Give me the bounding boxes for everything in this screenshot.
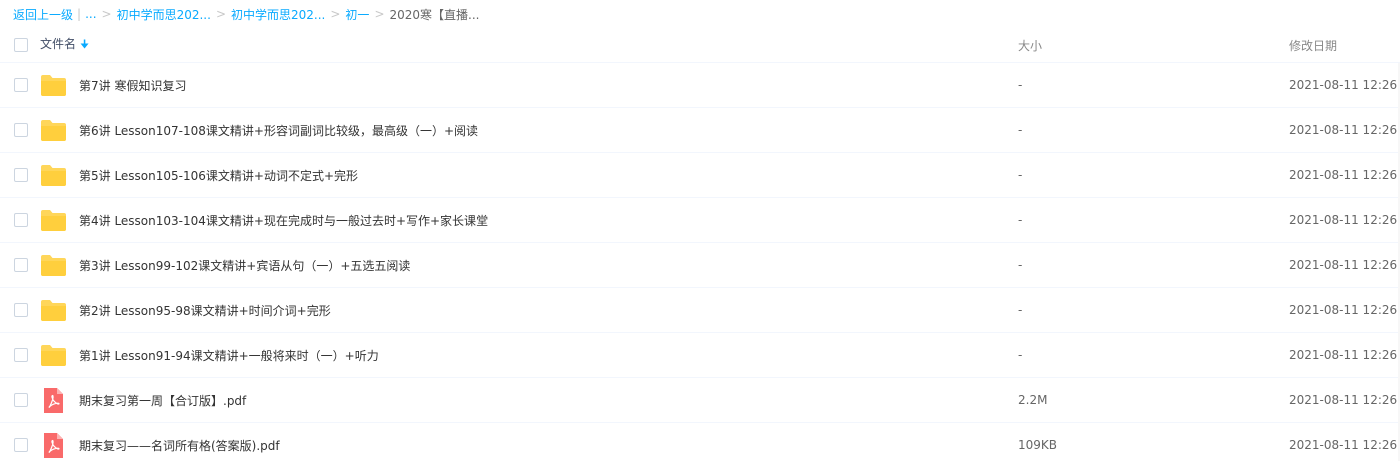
row-checkbox[interactable] — [14, 348, 28, 362]
file-size: - — [1018, 348, 1023, 362]
file-size: - — [1018, 78, 1023, 92]
file-date: 2021-08-11 12:26 — [1289, 213, 1398, 227]
name-column-label: 文件名 — [40, 37, 77, 51]
file-row[interactable]: 第4讲 Lesson103-104课文精讲+现在完成时与一般过去时+写作+家长课… — [0, 198, 1400, 243]
file-date: 2021-08-11 12:26 — [1289, 438, 1398, 452]
back-link[interactable]: 返回上一级 — [13, 6, 73, 23]
file-row[interactable]: 第1讲 Lesson91-94课文精讲+一般将来时（一）+听力 - 2021-08-… — [0, 333, 1400, 378]
breadcrumb: 返回上一级 | ... > 初中学而思202... > 初中学而思202... … — [0, 0, 1400, 28]
file-row[interactable]: 第5讲 Lesson105-106课文精讲+动词不定式+完形 - 2021-08-1… — [0, 153, 1400, 198]
file-size: 2.2M — [1018, 393, 1048, 407]
row-checkbox[interactable] — [14, 258, 28, 272]
file-name[interactable]: 期末复习——名词所有格(答案版).pdf — [79, 437, 280, 454]
file-name[interactable]: 第1讲 Lesson91-94课文精讲+一般将来时（一）+听力 — [79, 347, 379, 364]
date-column-header[interactable]: 修改日期 — [1289, 37, 1337, 54]
file-row[interactable]: 期末复习第一周【合订版】.pdf 2.2M 2021-08-11 12:26 — [0, 378, 1400, 423]
row-checkbox[interactable] — [14, 393, 28, 407]
file-row[interactable]: 第3讲 Lesson99-102课文精讲+宾语从句（一）+五选五阅读 - 2021-… — [0, 243, 1400, 288]
folder-icon[interactable] — [40, 72, 67, 99]
breadcrumb-item-3[interactable]: 初一 — [345, 6, 369, 23]
breadcrumb-separator: > — [215, 7, 226, 21]
file-list-header: 文件名 🠋 大小 修改日期 — [0, 28, 1400, 63]
breadcrumb-separator: > — [330, 7, 341, 21]
file-name[interactable]: 第5讲 Lesson105-106课文精讲+动词不定式+完形 — [79, 167, 358, 184]
file-date: 2021-08-11 12:26 — [1289, 303, 1398, 317]
file-name[interactable]: 期末复习第一周【合订版】.pdf — [79, 392, 246, 409]
file-size: 109KB — [1018, 438, 1058, 452]
file-row[interactable]: 第7讲 寒假知识复习 - 2021-08-11 12:26 — [0, 63, 1400, 108]
file-name[interactable]: 第2讲 Lesson95-98课文精讲+时间介词+完形 — [79, 302, 331, 319]
file-size: - — [1018, 123, 1023, 137]
folder-icon[interactable] — [40, 342, 67, 369]
breadcrumb-ellipsis[interactable]: ... — [85, 7, 96, 21]
pdf-icon[interactable] — [40, 387, 67, 414]
breadcrumb-item-1[interactable]: 初中学而思202... — [117, 6, 211, 23]
select-all-checkbox[interactable] — [14, 38, 28, 52]
breadcrumb-divider: | — [77, 7, 82, 21]
file-name[interactable]: 第7讲 寒假知识复习 — [79, 77, 186, 94]
file-date: 2021-08-11 12:26 — [1289, 258, 1398, 272]
row-checkbox[interactable] — [14, 78, 28, 92]
breadcrumb-item-2[interactable]: 初中学而思202... — [231, 6, 325, 23]
file-list: 第7讲 寒假知识复习 -2021-08-11 12:26 第6讲 Lesson107… — [0, 63, 1400, 461]
file-size: - — [1018, 303, 1023, 317]
folder-icon[interactable] — [40, 207, 67, 234]
row-checkbox[interactable] — [14, 123, 28, 137]
file-name[interactable]: 第6讲 Lesson107-108课文精讲+形容词副词比较级，最高级（一）+阅读 — [79, 122, 478, 139]
size-column-header[interactable]: 大小 — [1018, 37, 1042, 54]
file-size: - — [1018, 258, 1023, 272]
folder-icon[interactable] — [40, 162, 67, 189]
folder-icon[interactable] — [40, 297, 67, 324]
file-date: 2021-08-11 12:26 — [1289, 393, 1398, 407]
row-checkbox[interactable] — [14, 438, 28, 452]
file-date: 2021-08-11 12:26 — [1289, 348, 1398, 362]
row-checkbox[interactable] — [14, 303, 28, 317]
file-size: - — [1018, 213, 1023, 227]
breadcrumb-separator: > — [374, 7, 385, 21]
file-name[interactable]: 第3讲 Lesson99-102课文精讲+宾语从句（一）+五选五阅读 — [79, 257, 410, 274]
pdf-icon[interactable] — [40, 432, 67, 459]
file-row[interactable]: 第6讲 Lesson107-108课文精讲+形容词副词比较级，最高级（一）+阅读… — [0, 108, 1400, 153]
folder-icon[interactable] — [40, 252, 67, 279]
sort-down-icon[interactable]: 🠋 — [80, 38, 89, 51]
file-row[interactable]: 期末复习——名词所有格(答案版).pdf 109KB 2021-08-11 12:2… — [0, 423, 1400, 461]
name-column-header[interactable]: 文件名 🠋 — [40, 35, 89, 55]
file-date: 2021-08-11 12:26 — [1289, 123, 1398, 137]
file-date: 2021-08-11 12:26 — [1289, 78, 1398, 92]
file-date: 2021-08-11 12:26 — [1289, 168, 1398, 182]
row-checkbox[interactable] — [14, 213, 28, 227]
folder-icon[interactable] — [40, 117, 67, 144]
file-row[interactable]: 第2讲 Lesson95-98课文精讲+时间介词+完形 - 2021-08-11 1… — [0, 288, 1400, 333]
file-size: - — [1018, 168, 1023, 182]
file-name[interactable]: 第4讲 Lesson103-104课文精讲+现在完成时与一般过去时+写作+家长课… — [79, 212, 488, 229]
row-checkbox[interactable] — [14, 168, 28, 182]
breadcrumb-separator: > — [101, 7, 112, 21]
breadcrumb-current: 2020寒【直播... — [389, 7, 480, 22]
